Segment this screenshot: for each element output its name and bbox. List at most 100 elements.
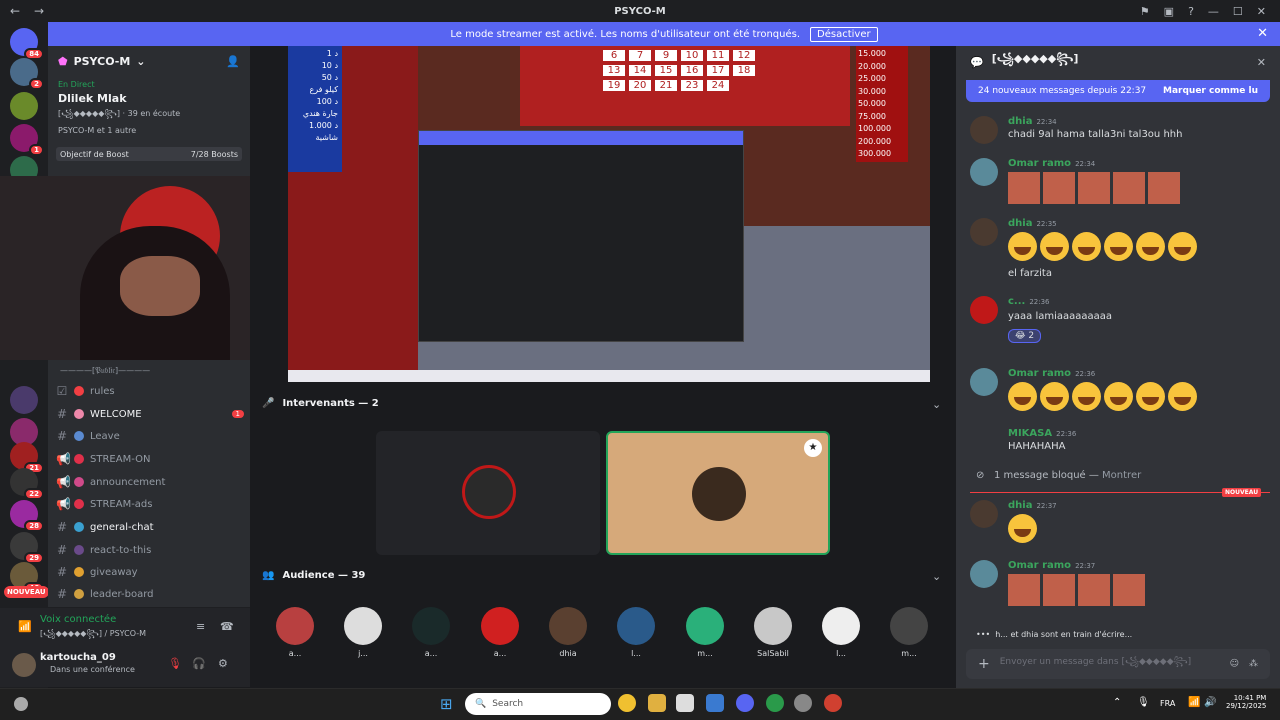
volume-icon[interactable]: 🔊 [1204, 697, 1216, 708]
avatar[interactable] [970, 560, 998, 588]
message-author[interactable]: Omar ramo [1008, 368, 1071, 379]
server-icon[interactable]: 29 [10, 532, 44, 564]
disconnect-icon[interactable]: ☎ [220, 620, 234, 633]
discord-home-icon[interactable]: 84 [10, 28, 44, 60]
server-icon[interactable] [10, 92, 38, 120]
audience-member[interactable]: m... [686, 607, 724, 658]
channel-category[interactable]: ————[𝔓𝔲𝔟𝔩𝔦𝔠]———— [60, 366, 150, 376]
chrome-icon[interactable] [824, 694, 842, 712]
message-author[interactable]: dhia [1008, 500, 1032, 511]
voice-channel[interactable]: [꧁◆◆◆◆◆꧂] / PSYCO-M [40, 628, 146, 644]
channel-announcement[interactable]: 📢 announcement [56, 472, 244, 492]
discord-icon[interactable] [736, 694, 754, 712]
disable-streamer-button[interactable]: Désactiver [810, 26, 878, 42]
chevron-down-icon[interactable]: ⌄ [932, 398, 941, 411]
speaker-tile[interactable]: ★ [606, 431, 830, 555]
store-icon[interactable] [676, 694, 694, 712]
chevron-down-icon[interactable]: ⌄ [932, 570, 941, 583]
message-author[interactable]: Omar ramo [1008, 158, 1071, 169]
chrome-icon[interactable] [618, 694, 636, 712]
audience-member[interactable]: SalSabil [754, 607, 792, 658]
avatar[interactable] [970, 368, 998, 396]
close-icon[interactable]: ✕ [1257, 56, 1266, 69]
minimize-icon[interactable]: — [1208, 5, 1219, 18]
new-servers-badge[interactable]: NOUVEAU [4, 586, 49, 598]
avatar[interactable] [970, 158, 998, 186]
server-icon[interactable] [10, 386, 38, 414]
channel-stream-ads[interactable]: 📢 STREAM-ads [56, 494, 244, 514]
avatar[interactable] [12, 653, 36, 677]
signal-icon[interactable]: 📶 [18, 620, 32, 633]
headphones-icon[interactable]: 🎧 [192, 657, 206, 670]
settings-icon[interactable] [794, 694, 812, 712]
chrome-icon[interactable] [766, 694, 784, 712]
add-attachment-icon[interactable]: + [978, 656, 990, 672]
microphone-icon[interactable]: 🎙 [1137, 697, 1150, 708]
message-author[interactable]: dhia [1008, 218, 1032, 229]
server-icon[interactable]: 21 [10, 442, 44, 474]
audience-member[interactable]: l... [822, 607, 860, 658]
maximize-icon[interactable]: ☐ [1233, 5, 1243, 18]
emoji-icon[interactable]: ☺ [1230, 659, 1239, 669]
live-event-card[interactable]: En Direct Dlilek Mlak [꧁◆◆◆◆◆꧂] · 39 en … [48, 76, 250, 141]
wifi-icon[interactable]: 📶 [1188, 697, 1200, 708]
server-icon[interactable]: 22 [10, 468, 44, 500]
channel-react-to-this[interactable]: # react-to-this [56, 540, 244, 560]
close-window-icon[interactable]: ✕ [1257, 5, 1266, 18]
audience-member[interactable]: m... [890, 607, 928, 658]
new-messages-bar[interactable]: 24 nouveaux messages depuis 22:37 Marque… [966, 80, 1270, 102]
server-icon[interactable]: 2 [10, 58, 44, 90]
message-author[interactable]: MIKASA [1008, 428, 1052, 439]
channel-general-chat[interactable]: # general-chat [56, 517, 244, 537]
channel-leave[interactable]: # Leave [56, 426, 244, 446]
close-banner-icon[interactable]: ✕ [1257, 26, 1268, 41]
channel-leader-board[interactable]: # leader-board [56, 584, 244, 604]
message-composer[interactable]: + Envoyer un message dans [꧁◆◆◆◆◆꧂] ☺ ⁂ [966, 649, 1270, 679]
apps-icon[interactable]: ⁂ [1249, 659, 1258, 669]
server-icon[interactable]: 28 [10, 500, 44, 532]
audience-member[interactable]: j... [344, 607, 382, 658]
add-member-icon[interactable]: 👤 [226, 55, 240, 68]
shared-screen[interactable]: 1 د 10 د 50 د كيلو فرع 100 د جارة هندي 1… [288, 46, 930, 382]
audience-member[interactable]: a... [481, 607, 519, 658]
message-input[interactable]: Envoyer un message dans [꧁◆◆◆◆◆꧂] [1000, 655, 1220, 673]
boost-goal[interactable]: Objectif de Boost 7/28 Boosts [56, 147, 242, 161]
server-icon[interactable]: 1 [10, 124, 44, 156]
message-author[interactable]: c... [1008, 296, 1025, 307]
channel-stream-on[interactable]: 📢 STREAM-ON [56, 449, 244, 469]
audience-member[interactable]: l... [617, 607, 655, 658]
widgets-icon[interactable] [14, 697, 28, 711]
audience-header[interactable]: 👥 Audience — 39 [262, 570, 365, 581]
reaction-chip[interactable]: 😂 2 [1008, 329, 1042, 343]
speaker-tile[interactable] [376, 431, 600, 555]
message-author[interactable]: dhia [1008, 116, 1032, 127]
inbox-icon[interactable]: ⚑ [1140, 5, 1150, 18]
audience-member[interactable]: dhia [549, 607, 587, 658]
audience-member[interactable]: a... [412, 607, 450, 658]
windows-start-icon[interactable]: ⊞ [440, 695, 453, 713]
taskbar-search[interactable]: 🔍 Search [465, 693, 611, 715]
chevron-up-icon[interactable]: ⌃ [1113, 697, 1121, 708]
file-explorer-icon[interactable] [648, 694, 666, 712]
show-blocked-link[interactable]: Montrer [1102, 470, 1141, 481]
channel-giveaway[interactable]: # giveaway [56, 562, 244, 582]
channel-rules[interactable]: ☑ rules [56, 381, 244, 401]
speakers-header[interactable]: 🎤 Intervenants — 2 [262, 398, 379, 409]
server-header[interactable]: ⬟ PSYCO-M ⌄ 👤 [48, 46, 250, 76]
avatar[interactable] [970, 500, 998, 528]
avatar[interactable] [970, 296, 998, 324]
audience-member[interactable]: a... [276, 607, 314, 658]
avatar[interactable] [970, 218, 998, 246]
clock[interactable]: 10:41 PM 29/12/2025 [1226, 694, 1266, 710]
soundboard-icon[interactable]: ≡ [196, 620, 205, 633]
screen-icon[interactable]: ▣ [1164, 5, 1174, 18]
channel-welcome[interactable]: # WELCOME 1 [56, 404, 244, 424]
gear-icon[interactable]: ⚙ [218, 657, 228, 670]
mail-icon[interactable] [706, 694, 724, 712]
message-author[interactable]: Omar ramo [1008, 560, 1071, 571]
help-icon[interactable]: ? [1188, 5, 1194, 18]
language-indicator[interactable]: FRA [1160, 699, 1175, 708]
avatar[interactable] [970, 116, 998, 144]
mark-read-button[interactable]: Marquer comme lu [1163, 86, 1258, 96]
mic-muted-icon[interactable]: 🎙 [168, 657, 182, 670]
